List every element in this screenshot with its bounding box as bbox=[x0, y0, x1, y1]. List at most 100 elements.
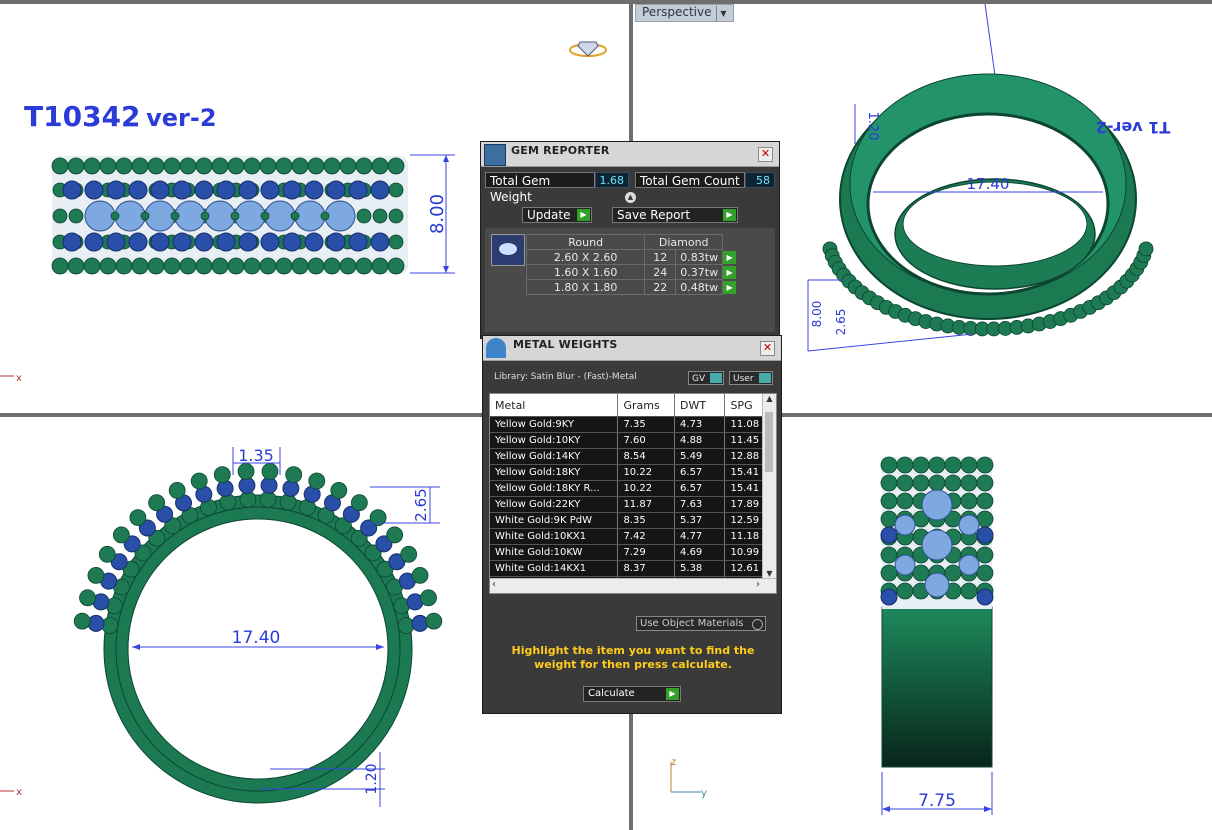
metal-name: Yellow Gold:9KY bbox=[490, 416, 619, 433]
metal-name: White Gold:14KX1 bbox=[490, 560, 619, 577]
gem-stone bbox=[294, 200, 326, 232]
gem-stone bbox=[921, 529, 953, 561]
gem-ring-icon bbox=[569, 41, 607, 57]
dim-height-label: 8.00 bbox=[427, 194, 448, 234]
gem-stone bbox=[114, 200, 146, 232]
metal-name: Yellow Gold:18KY bbox=[490, 464, 619, 481]
gem-row[interactable]: 2.60 X 2.60 12 0.83tw ▶ bbox=[525, 249, 748, 265]
prong-bead bbox=[110, 211, 120, 221]
play-icon[interactable]: ▶ bbox=[723, 266, 737, 279]
prong-bead bbox=[880, 492, 898, 510]
user-toggle[interactable]: User bbox=[729, 371, 773, 385]
prong-bead bbox=[397, 617, 415, 634]
prong-bead bbox=[99, 257, 117, 275]
update-button[interactable]: Update ▶ bbox=[522, 207, 592, 223]
gem-stone bbox=[106, 180, 126, 200]
prong-bead bbox=[279, 493, 297, 511]
gem-tw: 0.48tw bbox=[675, 279, 724, 295]
shape-header: Round bbox=[525, 234, 646, 250]
scroll-right-icon[interactable]: › bbox=[756, 579, 760, 590]
gem-stone bbox=[84, 180, 104, 200]
prong-bead bbox=[339, 157, 357, 175]
chevron-down-icon[interactable]: ▼ bbox=[715, 6, 727, 21]
metal-row[interactable]: White Gold:14KX1 8.37 5.38 12.61 bbox=[490, 560, 776, 577]
horizontal-scrollbar[interactable]: ‹ › bbox=[490, 578, 776, 593]
update-label: Update bbox=[527, 208, 571, 222]
dim-shank-label: 1.20 bbox=[364, 763, 380, 794]
metal-row[interactable]: White Gold:10KX1 7.42 4.77 11.18 bbox=[490, 528, 776, 545]
play-icon[interactable]: ▶ bbox=[723, 251, 737, 264]
dim-a-label: 1.20 bbox=[865, 112, 880, 141]
save-report-button[interactable]: Save Report ▶ bbox=[612, 207, 738, 223]
type-header: Diamond bbox=[644, 234, 724, 250]
play-icon[interactable]: ▶ bbox=[723, 281, 737, 294]
prong-bead bbox=[976, 474, 994, 492]
gem-size: 2.60 X 2.60 bbox=[525, 249, 646, 265]
metal-name: White Gold:9K PdW bbox=[490, 512, 619, 529]
prong-bead bbox=[371, 157, 389, 175]
prong-bead bbox=[51, 157, 69, 175]
gem-row[interactable]: 1.80 X 1.80 22 0.48tw ▶ bbox=[525, 279, 748, 295]
prong-bead bbox=[51, 257, 69, 275]
metal-row[interactable]: Yellow Gold:18KY 10.22 6.57 15.41 bbox=[490, 464, 776, 481]
prong-bead bbox=[179, 257, 197, 275]
gem-stone bbox=[62, 180, 82, 200]
use-materials-button[interactable]: Use Object Materials bbox=[636, 616, 766, 631]
dim-width-label: 17.40 bbox=[967, 175, 1010, 193]
gem-row[interactable]: 1.60 X 1.60 24 0.37tw ▶ bbox=[525, 264, 748, 280]
scroll-up-icon[interactable]: ▲ bbox=[763, 394, 776, 403]
prong-bead bbox=[148, 494, 166, 512]
prong-bead bbox=[912, 456, 930, 474]
prong-bead bbox=[211, 157, 229, 175]
metal-row[interactable]: Yellow Gold:9KY 7.35 4.73 11.08 bbox=[490, 416, 776, 433]
metal-grams: 10.22 bbox=[617, 464, 676, 481]
total-gem-count-value: 58 bbox=[745, 172, 775, 188]
metal-dwt: 4.73 bbox=[674, 416, 726, 433]
axis-x-label: x bbox=[16, 787, 22, 798]
prong-bead bbox=[168, 482, 186, 499]
prong-bead bbox=[195, 257, 213, 275]
close-icon[interactable]: ✕ bbox=[758, 147, 773, 162]
calculate-hint: Highlight the item you want to find the … bbox=[511, 644, 755, 671]
gem-stone bbox=[370, 232, 390, 252]
gem-stone bbox=[84, 200, 116, 232]
metal-row[interactable]: White Gold:10KW 7.29 4.69 10.99 bbox=[490, 544, 776, 561]
gem-stone bbox=[282, 232, 302, 252]
calculate-button[interactable]: Calculate ▶ bbox=[583, 686, 681, 702]
scroll-down-icon[interactable]: ▼ bbox=[763, 569, 776, 578]
gem-stone bbox=[234, 200, 266, 232]
gem-reporter-titlebar[interactable]: GEM REPORTER ✕ bbox=[481, 142, 779, 167]
gv-toggle[interactable]: GV bbox=[688, 371, 724, 385]
metal-dwt: 4.69 bbox=[674, 544, 726, 561]
metal-row[interactable]: White Gold:9K PdW 8.35 5.37 12.59 bbox=[490, 512, 776, 529]
gem-reporter-panel[interactable]: GEM REPORTER ✕ Total Gem Weight 1.68 Tot… bbox=[480, 141, 780, 339]
prong-bead bbox=[211, 257, 229, 275]
collapse-icon[interactable]: ▲ bbox=[625, 192, 636, 203]
prong-bead bbox=[227, 157, 245, 175]
viewport-menu[interactable]: Perspective ▼ bbox=[635, 4, 734, 22]
prong-bead bbox=[355, 157, 373, 175]
metal-row[interactable]: Yellow Gold:18KY R... 10.22 6.57 15.41 bbox=[490, 480, 776, 497]
prong-bead bbox=[1138, 241, 1154, 257]
metal-weights-titlebar[interactable]: METAL WEIGHTS ✕ bbox=[483, 336, 781, 361]
close-icon[interactable]: ✕ bbox=[760, 341, 775, 356]
metal-row[interactable]: Yellow Gold:22KY 11.87 7.63 17.89 bbox=[490, 496, 776, 513]
prong-bead bbox=[976, 564, 994, 582]
gem-stone bbox=[894, 514, 916, 536]
scroll-left-icon[interactable]: ‹ bbox=[492, 579, 496, 590]
metal-row[interactable]: Yellow Gold:14KY 8.54 5.49 12.88 bbox=[490, 448, 776, 465]
prong-bead bbox=[944, 456, 962, 474]
metal-table[interactable]: Metal Grams DWT SPG Yellow Gold:9KY 7.35 4… bbox=[489, 393, 777, 594]
metal-dwt: 6.57 bbox=[674, 464, 726, 481]
prong-bead bbox=[131, 157, 149, 175]
prong-bead bbox=[147, 257, 165, 275]
gem-stone bbox=[128, 232, 148, 252]
prong-bead bbox=[976, 546, 994, 564]
prong-bead bbox=[387, 157, 405, 175]
metal-row[interactable]: Yellow Gold:10KY 7.60 4.88 11.45 bbox=[490, 432, 776, 449]
scroll-thumb[interactable] bbox=[765, 412, 773, 472]
vertical-scrollbar[interactable]: ▲ ▼ bbox=[762, 394, 776, 578]
prong-bead bbox=[896, 492, 914, 510]
prong-bead bbox=[400, 545, 418, 563]
prong-bead bbox=[356, 208, 372, 224]
